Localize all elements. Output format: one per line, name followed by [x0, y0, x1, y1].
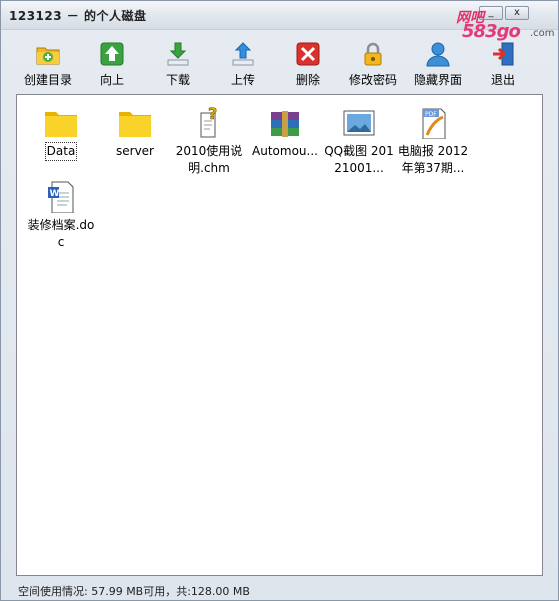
pdf-file-icon: PDF	[422, 108, 446, 139]
lock-icon	[364, 42, 382, 66]
folder-add-icon	[36, 47, 60, 65]
file-name: Data	[44, 142, 78, 161]
toolbar-label: 向上	[99, 73, 124, 87]
word-doc-icon: W	[48, 181, 74, 213]
toolbar: 创建目录 向上 下载 上传 删除 修改密码 隐藏界面 退出	[1, 31, 558, 91]
toolbar-label: 修改密码	[348, 73, 397, 87]
delete-button[interactable]: 删除	[275, 41, 341, 89]
status-bar: 空间使用情况: 57.99 MB可用，共:128.00 MB	[1, 579, 558, 601]
title-bar[interactable]: 123123 － 的个人磁盘 _ x 网吧 583go .com	[1, 1, 558, 42]
file-name: QQ截图 20121001...	[324, 144, 394, 175]
file-name: 装修档案.doc	[27, 218, 95, 249]
upload-button[interactable]: 上传	[210, 41, 276, 89]
archive-icon	[271, 111, 299, 137]
file-list-pane[interactable]: Data server ? 2010使用说明.chm Automou... QQ…	[16, 94, 543, 576]
toolbar-label: 下载	[165, 73, 190, 87]
svg-text:PDF: PDF	[425, 111, 437, 118]
file-name: Automou...	[252, 144, 318, 158]
change-password-button[interactable]: 修改密码	[340, 41, 406, 89]
file-name: 2010使用说明.chm	[175, 144, 243, 175]
app-window: 123123 － 的个人磁盘 _ x 网吧 583go .com 创建目录 向上…	[0, 0, 559, 601]
folder-icon	[119, 112, 151, 137]
file-item-server[interactable]: server	[99, 107, 171, 160]
download-button[interactable]: 下载	[145, 41, 211, 89]
file-name: server	[116, 144, 154, 158]
svg-text:W: W	[50, 189, 60, 199]
toolbar-label: 退出	[490, 73, 515, 87]
toolbar-label: 创建目录	[23, 73, 72, 87]
create-folder-button[interactable]: 创建目录	[15, 41, 81, 89]
file-item-archive[interactable]: Automou...	[249, 107, 321, 160]
help-file-icon: ?	[200, 107, 218, 138]
storage-status: 空间使用情况: 57.99 MB可用，共:128.00 MB	[18, 585, 250, 598]
hide-interface-button[interactable]: 隐藏界面	[405, 41, 471, 89]
go-up-button[interactable]: 向上	[79, 41, 145, 89]
window-title: 123123 － 的个人磁盘	[9, 9, 147, 23]
file-item-doc[interactable]: W 装修档案.doc	[25, 181, 97, 251]
exit-icon	[493, 42, 514, 66]
file-item-pdf[interactable]: PDF 电脑报 2012年第37期...	[397, 107, 469, 177]
toolbar-label: 隐藏界面	[413, 73, 462, 87]
file-name: 电脑报 2012年第37期...	[397, 144, 469, 175]
upload-icon	[232, 42, 254, 66]
user-icon	[426, 42, 450, 67]
arrow-up-icon	[100, 42, 124, 66]
svg-text:?: ?	[208, 107, 217, 123]
toolbar-label: 上传	[230, 73, 255, 87]
image-file-icon	[343, 110, 375, 136]
file-item-chm[interactable]: ? 2010使用说明.chm	[173, 107, 245, 177]
folder-icon	[45, 112, 77, 137]
toolbar-label: 删除	[295, 73, 320, 87]
download-icon	[167, 42, 189, 66]
exit-button[interactable]: 退出	[470, 41, 536, 89]
file-item-data[interactable]: Data	[25, 107, 97, 161]
delete-icon	[296, 42, 320, 66]
file-item-image[interactable]: QQ截图 20121001...	[323, 107, 395, 177]
